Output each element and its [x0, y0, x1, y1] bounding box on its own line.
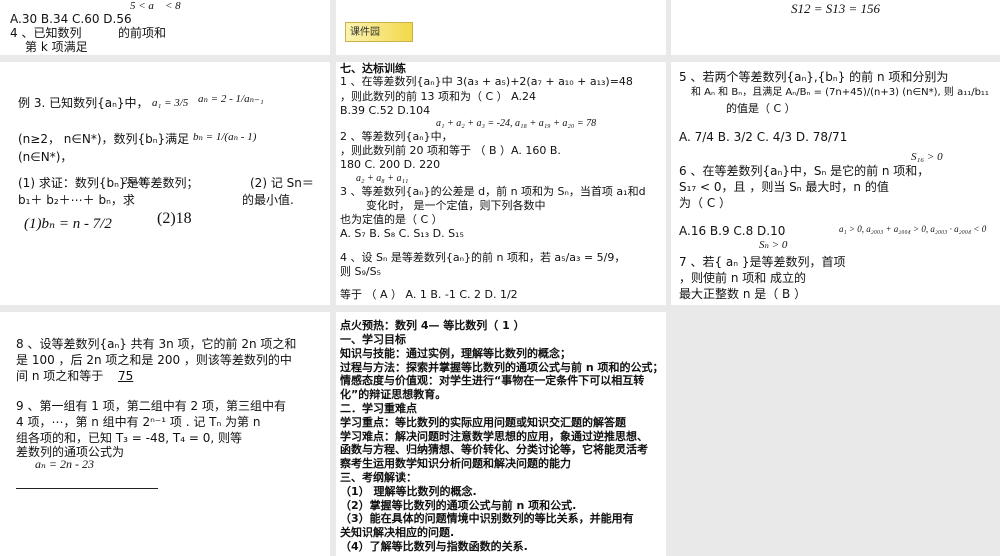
slide-thumbnail-2[interactable]: 课件园 [336, 0, 666, 55]
question-text: ，则此数列的前 13 项和为（ C ） A.24 [340, 90, 536, 103]
slide-thumbnail-4[interactable]: 例 3. 已知数列{aₙ}中， a₁ = 3/5 aₙ = 2 - 1/aₙ₋₁… [0, 62, 330, 305]
question-text: 7 、若{ aₙ }是等差数列，首项 [679, 255, 846, 269]
preview-line: 知识与技能：通过实例，理解等比数列的概念； [340, 346, 571, 360]
question-text: B.39 C.52 D.104 [340, 104, 431, 117]
example-text: 例 3. 已知数列{aₙ}中， [18, 96, 149, 110]
question-text: 第 k 项满足 [25, 40, 88, 54]
answer-underline [16, 488, 158, 489]
example-text: 的最小值. [242, 193, 294, 207]
formula: S₁₆ > 0 [911, 151, 943, 163]
slide-thumbnail-5[interactable]: 七、达标训练 1 、在等差数列{aₙ}中 3(a₃ + a₅)+2(a₇ + a… [336, 62, 666, 305]
slide-thumbnail-8[interactable]: 点火预热：数列 4— 等比数列（ 1 ） 一、学习目标 知识与技能：通过实例，理解… [336, 312, 666, 556]
question-text: 变化时， 是一个定值，则下列各数中 [366, 199, 546, 212]
slide-title: 点火预热：数列 4— 等比数列（ 1 ） [340, 319, 525, 332]
question-text: 最大正整数 n 是（ B ） [679, 287, 807, 301]
formula: a₁ > 0, a₂₀₀₃ + a₂₀₀₄ > 0, a₂₀₀₃ · a₂₀₀₄… [839, 224, 987, 234]
question-text: 也为定值的是（ C ） [340, 213, 443, 226]
question-text: 是 100 ，后 2n 项之和是 200 ，则该等差数列的中 [16, 353, 292, 367]
slide-thumbnail-7[interactable]: 8 、设等差数列{aₙ} 共有 3n 项，它的前 2n 项之和 是 100 ，后… [0, 312, 330, 556]
answer-blank: 75 [118, 369, 134, 383]
preview-line: 二．学习重难点 [340, 402, 417, 415]
answer-1: (1)bₙ = n - 7/2 [24, 216, 112, 232]
formula: 5 < a [130, 0, 154, 12]
formula: S12 = S13 = 156 [791, 1, 881, 16]
example-text: (2) 记 Sn＝ [250, 176, 314, 190]
question-text: 9 、第一组有 1 项，第二组中有 2 项，第三组中有 [16, 399, 286, 413]
example-text: (n∈N*)， [18, 150, 73, 164]
courseware-logo: 课件园 [345, 22, 413, 42]
formula: 2Sₙ/n [122, 175, 147, 187]
preview-line: 关知识解决相应的问题. [340, 526, 455, 540]
slide-thumbnail-9-empty[interactable] [671, 312, 1000, 556]
question-text: 6 、在等差数列{aₙ}中，Sₙ 是它的前 n 项和， [679, 164, 930, 178]
question-text: 则 S₉/S₅ [340, 265, 381, 278]
question-text: 2 、等差数列{aₙ}中， [340, 130, 453, 143]
preview-line: 学习重点：等比数列的实际应用问题或知识交汇题的解答题 [340, 415, 626, 429]
example-text: (1) 求证：数列{bₙ}是等差数列； [18, 176, 199, 190]
example-text: (n≥2， n∈N*)，数列{bₙ}满足 [18, 132, 190, 146]
example-text: b₁＋ b₂＋⋯＋ bₙ，求 [18, 193, 135, 207]
question-text: 8 、设等差数列{aₙ} 共有 3n 项，它的前 2n 项之和 [16, 337, 297, 351]
preview-line: 察考生运用数学知识分析问题和解决问题的能力 [340, 457, 571, 471]
formula: Sₙ > 0 [759, 239, 788, 251]
question-text: 5 、若两个等差数列{aₙ},{bₙ} 的前 n 项和分别为 [679, 70, 949, 84]
question-text: ，则使前 n 项和 成立的 [679, 271, 807, 285]
preview-line: （3）能在具体的问题情境中识别数列的等比关系，并能用有 [340, 512, 634, 526]
question-text: 4 、设 Sₙ 是等差数列{aₙ}的前 n 项和，若 a₅/a₃ = 5/9， [340, 251, 626, 264]
question-text: 4 、已知数列 [10, 26, 82, 40]
question-text: S₁₇ < 0，且 ，则当 Sₙ 最大时，n 的值 [679, 180, 889, 194]
question-text: 组各项的和，已知 T₃ = -48, T₄ = 0, 则等 [16, 431, 242, 445]
question-text: 180 C. 200 D. 220 [340, 158, 441, 171]
answer-options: A. S₇ B. S₈ C. S₁₃ D. S₁₅ [340, 227, 464, 240]
formula: aₙ = 2 - 1/aₙ₋₁ [198, 93, 264, 105]
answer-options: A.30 B.34 C.60 D.56 [10, 12, 132, 26]
preview-line: （2）掌握等比数列的通项公式与前 n 项和公式. [340, 498, 577, 512]
preview-line: （4）了解等比数列与指数函数的关系. [340, 540, 528, 553]
formula: a₁ + a₂ + a₃ = -24, a₁₈ + a₁₉ + a₂₀ = 78 [436, 118, 597, 129]
question-text: 间 n 项之和等于 [16, 369, 104, 383]
preview-line: 学习难点：解决问题时注意数学思想的应用，象通过逆推思想、 [340, 429, 648, 443]
question-text: 的值是（ C ） [726, 102, 796, 115]
slide-thumbnail-3[interactable]: S12 = S13 = 156 [671, 0, 1000, 55]
preview-line: 情感态度与价值观：对学生进行“事物在一定条件下可以相互转 [340, 374, 645, 388]
question-text: 和 Aₙ 和 Bₙ，且满足 Aₙ/Bₙ = (7n+45)/(n+3) (n∈N… [691, 87, 989, 98]
preview-line: 化”的辩证思想教育。 [340, 388, 447, 402]
preview-line: 函数与方程、归纳猜想、等价转化、分类讨论等，它将能灵活考 [340, 443, 648, 457]
preview-line: 一、学习目标 [340, 333, 406, 346]
slide-thumbnail-6[interactable]: 5 、若两个等差数列{aₙ},{bₙ} 的前 n 项和分别为 和 Aₙ 和 Bₙ… [671, 62, 1000, 305]
question-text: 为（ C ） [679, 196, 732, 210]
answer-formula: aₙ = 2n - 23 [35, 457, 94, 471]
question-text: 的前项和 [118, 26, 167, 40]
slide-thumbnail-1[interactable]: 5 < a < 8 A.30 B.34 C.60 D.56 4 、已知数列 的前… [0, 0, 330, 55]
answer-options: A. 7/4 B. 3/2 C. 4/3 D. 78/71 [679, 130, 848, 144]
formula: a₁ = 3/5 [152, 97, 189, 109]
preview-line: 过程与方法：探索并掌握等比数列的通项公式与前 n 项和的公式； [340, 360, 664, 374]
answer-options: A.16 B.9 C.8 D.10 [679, 224, 786, 238]
question-text: 4 项，⋯，第 n 组中有 2ⁿ⁻¹ 项 . 记 Tₙ 为第 n [16, 415, 261, 429]
section-title: 七、达标训练 [340, 62, 406, 75]
preview-line: 三、考纲解读： [340, 471, 417, 484]
formula: a₂ + a₈ + a₁₁ [356, 173, 409, 184]
formula: bₙ = 1/(aₙ - 1) [193, 131, 257, 143]
preview-line: （1） 理解等比数列的概念. [340, 484, 477, 498]
question-text: 1 、在等差数列{aₙ}中 3(a₃ + a₅)+2(a₇ + a₁₀ + a₁… [340, 75, 633, 88]
question-text: 3 、等差数列{aₙ}的公差是 d，前 n 项和为 Sₙ，当首项 a₁和d [340, 185, 646, 198]
formula: < 8 [165, 0, 181, 12]
answer-2: (2)18 [157, 210, 192, 227]
question-text: ，则此数列前 20 项和等于 （ B ）A. 160 B. [340, 144, 561, 157]
question-text: 等于 （ A ） A. 1 B. -1 C. 2 D. 1/2 [340, 288, 518, 301]
